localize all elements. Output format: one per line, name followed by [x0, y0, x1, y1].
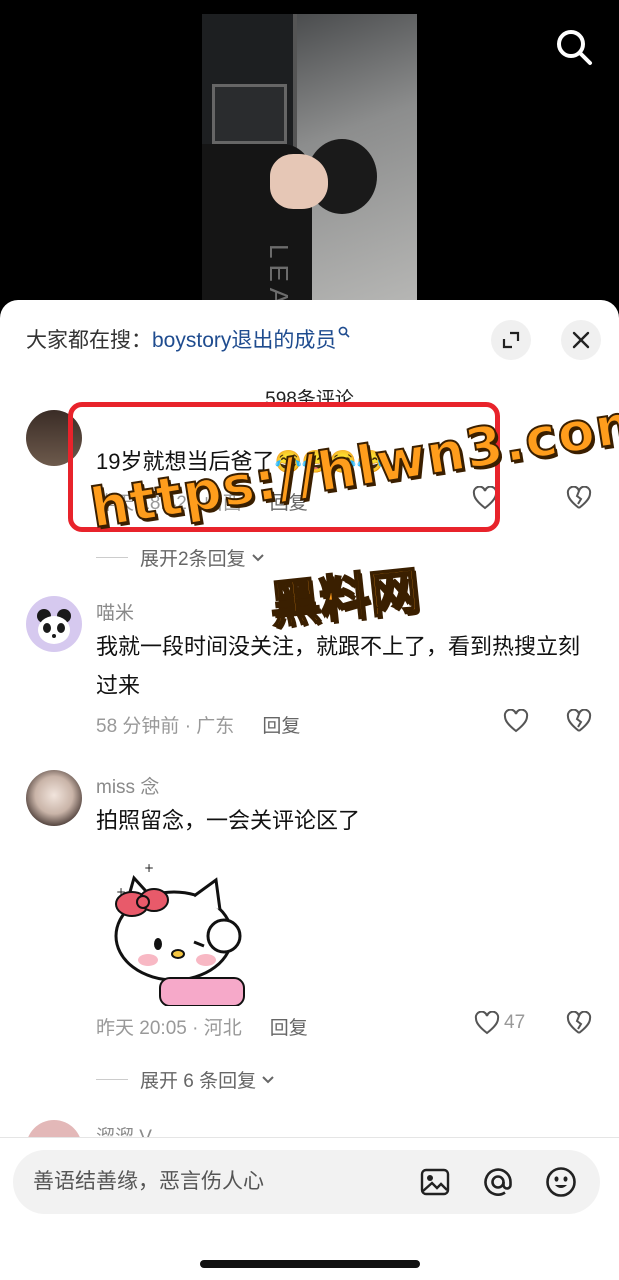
- broken-heart-icon: [566, 485, 592, 509]
- search-button[interactable]: [553, 26, 595, 68]
- hello-kitty-sticker-icon: + +: [114, 861, 245, 1007]
- chevron-down-icon: [262, 1075, 274, 1083]
- expand-replies-label[interactable]: 展开 6 条回复: [140, 1066, 256, 1093]
- chevron-down-icon: [251, 553, 264, 561]
- divider-line: [96, 557, 128, 558]
- dislike-button[interactable]: [566, 1010, 592, 1039]
- svg-text:+: +: [144, 861, 154, 875]
- avatar[interactable]: [26, 770, 82, 826]
- comment-input[interactable]: [33, 1150, 413, 1214]
- broken-heart-icon: [566, 1010, 592, 1034]
- expand-replies-label[interactable]: 展开2条回复: [140, 544, 246, 571]
- video-player[interactable]: LEA: [0, 0, 619, 310]
- heart-icon: [474, 1011, 500, 1035]
- avatar[interactable]: [26, 596, 82, 652]
- broken-heart-icon: [566, 708, 592, 732]
- comment-username[interactable]: miss 念: [96, 772, 159, 799]
- search-icon: [557, 30, 592, 65]
- expand-icon: [502, 331, 520, 349]
- comment-time-location: 昨天 20:05 · 河北: [96, 1018, 242, 1039]
- like-button[interactable]: [503, 709, 533, 733]
- reply-button[interactable]: 回复: [262, 711, 300, 738]
- search-suggestion[interactable]: 大家都在搜： boystory退出的成员: [26, 324, 350, 354]
- suggestion-keyword[interactable]: boystory退出的成员: [152, 324, 336, 354]
- heart-icon: [503, 709, 529, 733]
- at-icon: [484, 1168, 512, 1196]
- like-count: 47: [504, 1012, 526, 1033]
- video-shelf-inner: [212, 84, 287, 144]
- comment-username[interactable]: 喵米: [96, 598, 134, 625]
- dislike-button[interactable]: [566, 485, 592, 514]
- dislike-button[interactable]: [566, 708, 592, 737]
- divider-line: [96, 1079, 128, 1080]
- comment-text: 拍照留念，一会关评论区了: [96, 808, 361, 833]
- comment-meta: 昨天 20:05 · 河北 回复: [96, 1013, 308, 1040]
- close-button[interactable]: [561, 320, 601, 360]
- comment-meta: 58 分钟前 · 广东 回复: [96, 711, 300, 738]
- comment-time-location: 58 分钟前 · 广东: [96, 716, 235, 737]
- home-indicator: [200, 1260, 420, 1268]
- emoji-button[interactable]: [541, 1162, 581, 1202]
- emoji-icon: [546, 1167, 576, 1197]
- video-person-hand: [270, 154, 328, 209]
- sticker-image[interactable]: + +: [96, 856, 256, 1007]
- like-button[interactable]: 47: [474, 1011, 525, 1035]
- image-button[interactable]: [415, 1162, 455, 1202]
- expand-replies[interactable]: 展开2条回复: [96, 544, 266, 571]
- search-small-icon: [338, 325, 350, 341]
- comment-text: 我就一段时间没关注，就跟不上了，看到热搜立刻过来: [96, 634, 581, 698]
- expand-replies[interactable]: 展开 6 条回复: [96, 1066, 276, 1093]
- reply-button[interactable]: 回复: [270, 1013, 308, 1040]
- expand-button[interactable]: [491, 320, 531, 360]
- mention-button[interactable]: [478, 1162, 518, 1202]
- suggestion-prefix: 大家都在搜：: [26, 329, 152, 352]
- comment-input-container[interactable]: [13, 1150, 600, 1214]
- comment-input-bar: [0, 1137, 619, 1280]
- close-icon: [572, 331, 590, 349]
- image-icon: [420, 1168, 450, 1196]
- video-frame: LEA: [202, 14, 417, 310]
